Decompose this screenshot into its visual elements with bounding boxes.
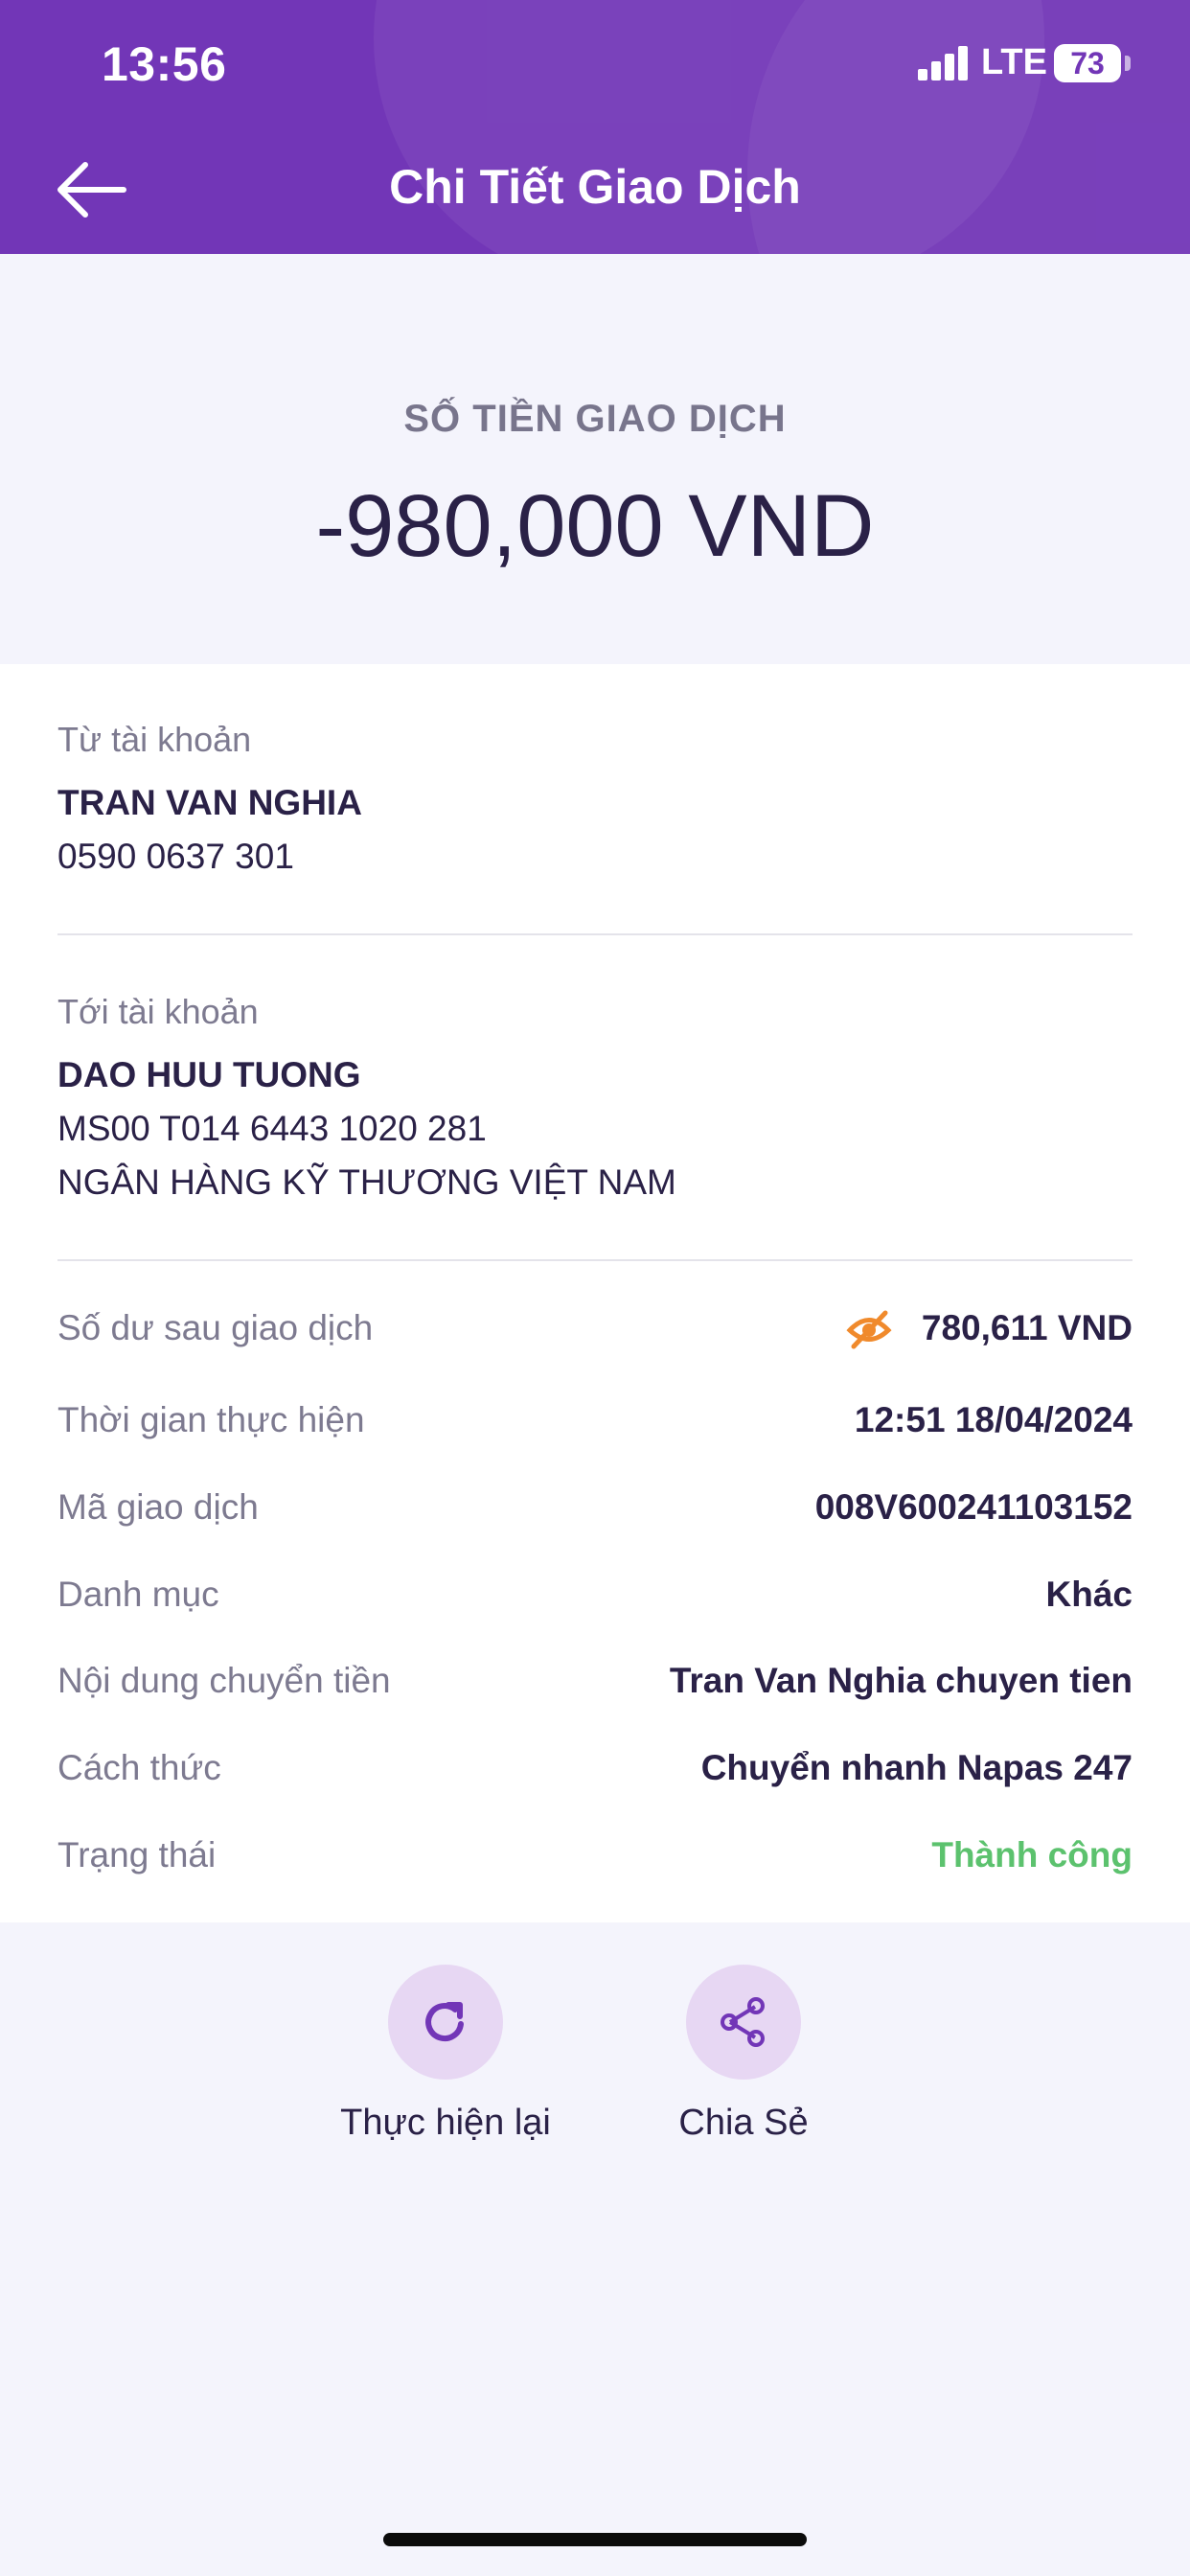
detail-row-transaction-id: Mã giao dịch 008V600241103152 [57,1487,1133,1545]
from-account-label: Từ tài khoản [57,720,252,759]
from-account-number: 0590 0637 301 [57,837,294,876]
from-account: Từ tài khoản TRAN VAN NGHIA 0590 0637 30… [57,720,1133,877]
amount-section: SỐ TIỀN GIAO DỊCH -980,000 VND [0,254,1190,664]
detail-row-status: Trạng thái Thành công [57,1835,1133,1893]
amount-value: -980,000 VND [315,477,875,575]
detail-value-transaction-id: 008V600241103152 [814,1487,1133,1527]
to-account-name: DAO HUU TUONG [57,1055,361,1094]
detail-row-balance: Số dư sau giao dịch 780,611 VND [57,1308,1133,1366]
status-time: 13:56 [102,37,227,91]
detail-row-method: Cách thức Chuyển nhanh Napas 247 [57,1748,1133,1806]
from-account-name: TRAN VAN NGHIA [57,783,362,822]
divider [57,933,1133,935]
to-account: Tới tài khoản DAO HUU TUONG MS00 T014 64… [57,992,1133,1203]
repeat-button[interactable]: Thực hiện lại [321,1965,570,2144]
share-button-circle[interactable] [686,1965,801,2080]
home-indicator[interactable] [383,2533,807,2546]
detail-value-category: Khác [1045,1575,1133,1614]
detail-label: Số dư sau giao dịch [57,1308,374,1347]
transaction-details: Từ tài khoản TRAN VAN NGHIA 0590 0637 30… [0,664,1190,1922]
network-label: LTE [981,42,1047,82]
detail-label: Mã giao dịch [57,1487,259,1527]
detail-label: Thời gian thực hiện [57,1400,365,1439]
app-header: 13:56 LTE 73 Chi Tiết Giao Dịch [0,0,1190,254]
detail-label: Trạng thái [57,1835,217,1874]
detail-value-content: Tran Van Nghia chuyen tien [669,1661,1133,1700]
status-badge: Thành công [931,1835,1133,1874]
amount-label: SỐ TIỀN GIAO DỊCH [403,398,787,440]
eye-slash-icon[interactable] [845,1304,893,1352]
detail-label: Nội dung chuyển tiền [57,1661,391,1700]
divider [57,1259,1133,1261]
detail-label: Danh mục [57,1575,219,1614]
to-account-bank: NGÂN HÀNG KỸ THƯƠNG VIỆT NAM [57,1162,676,1202]
detail-row-category: Danh mục Khác [57,1575,1133,1632]
detail-label: Cách thức [57,1748,221,1787]
action-bar: Thực hiện lại Chia Sẻ [0,1922,1190,2210]
share-icon [721,1997,765,2047]
share-button-label: Chia Sẻ [678,2103,809,2143]
signal-icon [918,46,972,80]
eye-slash-icon-svg [846,1310,892,1349]
page-title: Chi Tiết Giao Dịch [389,160,801,214]
repeat-button-label: Thực hiện lại [340,2103,551,2143]
battery-tip [1125,56,1131,71]
to-account-number: MS00 T014 6443 1020 281 [57,1109,487,1148]
detail-value-method: Chuyển nhanh Napas 247 [700,1748,1133,1787]
share-button[interactable]: Chia Sẻ [619,1965,868,2144]
to-account-label: Tới tài khoản [57,992,259,1031]
battery-icon: 73 [1054,44,1121,82]
refresh-icon [425,2002,464,2041]
detail-value-time: 12:51 18/04/2024 [854,1400,1133,1439]
status-bar: 13:56 LTE 73 [0,0,1190,130]
repeat-button-circle[interactable] [388,1965,503,2080]
detail-row-time: Thời gian thực hiện 12:51 18/04/2024 [57,1400,1133,1458]
detail-row-content: Nội dung chuyển tiền Tran Van Nghia chuy… [57,1661,1133,1718]
detail-value-balance: 780,611 VND [921,1308,1133,1347]
